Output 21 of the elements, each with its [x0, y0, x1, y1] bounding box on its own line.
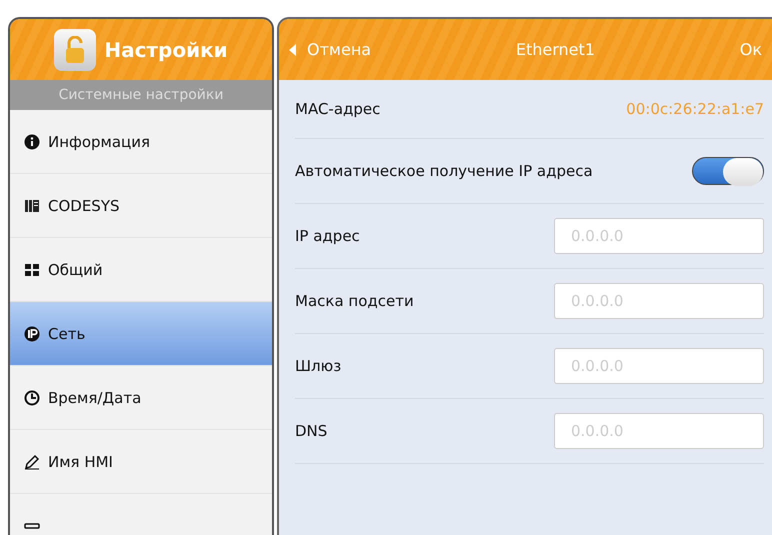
pen-icon	[24, 454, 40, 470]
info-icon	[24, 134, 40, 150]
toggle-switch[interactable]	[692, 157, 764, 185]
field-label: MAC-адрес	[295, 100, 380, 118]
field-label: DNS	[295, 422, 328, 440]
back-arrow-icon	[289, 44, 297, 56]
page-title: Ethernet1	[516, 40, 595, 59]
books-icon	[24, 198, 40, 214]
grid-icon	[24, 262, 40, 278]
field-label: Маска подсети	[295, 292, 414, 310]
mac-value: 00:0c:26:22:a1:e7	[626, 100, 764, 118]
field-label: Шлюз	[295, 357, 342, 375]
sidebar-title: Настройки	[104, 38, 228, 62]
sidebar-item[interactable]: Сеть	[10, 302, 272, 366]
padlock-icon	[64, 36, 86, 64]
section-header: Системные настройки	[10, 80, 272, 110]
ip-badge-icon	[24, 326, 40, 342]
field-label: IP адрес	[295, 227, 360, 245]
field-label: Автоматическое получение IP адреса	[295, 162, 593, 180]
lock-button[interactable]	[54, 28, 96, 70]
clock-icon	[24, 390, 40, 406]
